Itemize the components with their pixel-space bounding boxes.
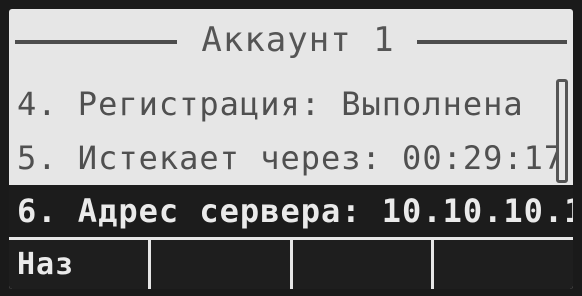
lcd-screen: Аккаунт 1 4. Регистрация: Выполнена 5. И… xyxy=(9,9,573,289)
softkey-back[interactable]: Наз xyxy=(9,240,148,289)
scrollbar[interactable] xyxy=(556,79,568,183)
softkey-3[interactable] xyxy=(292,240,432,289)
softkey-bar: Наз xyxy=(9,240,573,289)
title-divider-right xyxy=(417,40,567,44)
screen-title: Аккаунт 1 xyxy=(201,20,395,60)
menu-item-registration[interactable]: 4. Регистрация: Выполнена xyxy=(17,79,524,129)
menu-item-expires[interactable]: 5. Истекает через: 00:29:17 xyxy=(17,133,564,183)
title-divider-left xyxy=(15,40,177,44)
menu-item-server-address-selected[interactable]: 6. Адрес сервера: 10.10.10.1 xyxy=(9,185,573,237)
softkey-4[interactable] xyxy=(434,240,573,289)
phone-bezel: Аккаунт 1 4. Регистрация: Выполнена 5. И… xyxy=(0,0,582,296)
title-bar: Аккаунт 1 xyxy=(9,11,573,67)
softkey-2[interactable] xyxy=(150,240,290,289)
